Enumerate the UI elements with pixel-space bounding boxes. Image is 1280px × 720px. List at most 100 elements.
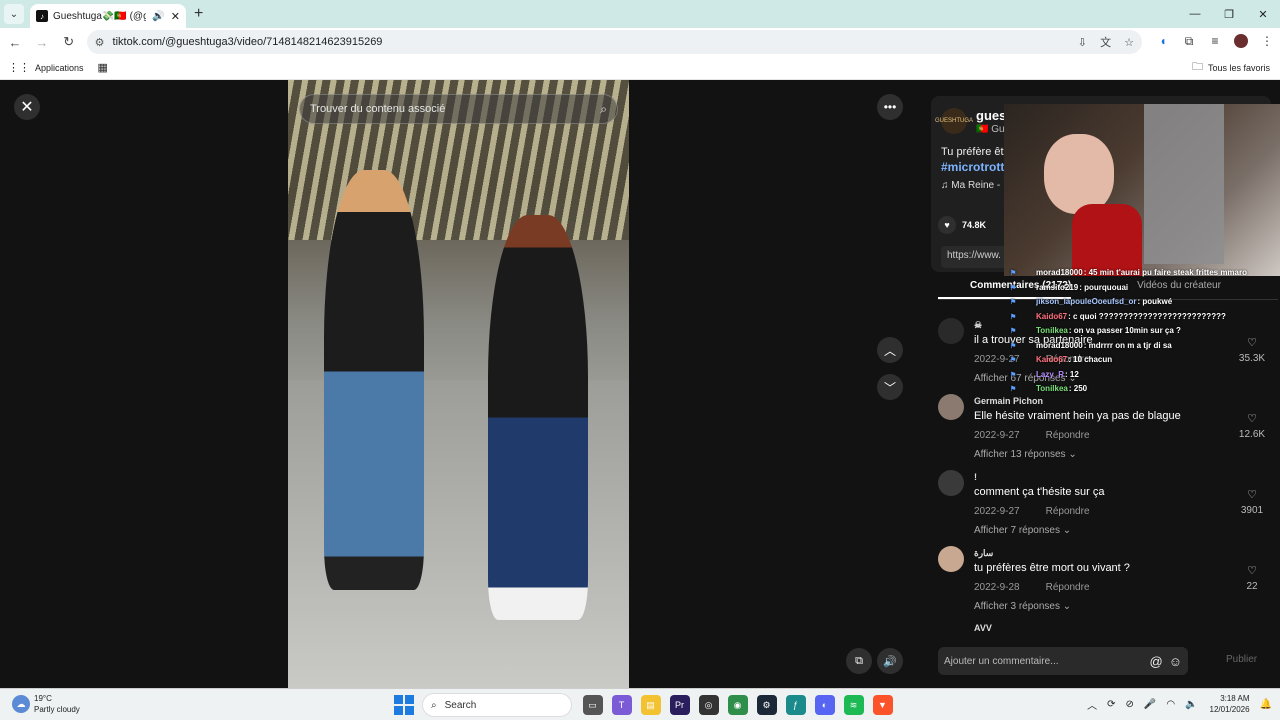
creator-name[interactable]: gues bbox=[976, 108, 1006, 123]
previous-video-button[interactable]: ︿ bbox=[877, 337, 903, 363]
tab-audio-icon[interactable]: 🔊 bbox=[152, 11, 164, 22]
discord-icon[interactable]: ◐ bbox=[814, 695, 835, 715]
spotify-icon[interactable]: ≋ bbox=[843, 695, 864, 715]
show-replies-link[interactable]: Afficher 13 réponses ⌄ bbox=[974, 449, 1077, 460]
extension-icon[interactable]: ◖ bbox=[1150, 34, 1176, 51]
reply-button[interactable]: Répondre bbox=[1046, 430, 1090, 441]
related-content-search[interactable]: Trouver du contenu associé ⌕ bbox=[299, 94, 618, 124]
comment-item: ! comment ça t'hésite sur ça 2022-9-27 Ré… bbox=[938, 470, 1268, 542]
weather-widget[interactable]: ☁ 19°C Partly cloudy bbox=[12, 693, 80, 715]
start-button[interactable] bbox=[394, 695, 414, 715]
comment-like-button[interactable]: ♡ 12.6K bbox=[1238, 412, 1266, 440]
taskbar-search-label: Search bbox=[444, 699, 477, 711]
next-comment-username[interactable]: AVV bbox=[974, 623, 992, 633]
window-close-button[interactable]: ✕ bbox=[1246, 0, 1280, 28]
comment-avatar[interactable] bbox=[938, 470, 964, 496]
tray-volume-icon[interactable]: 🔈 bbox=[1185, 699, 1197, 710]
show-replies-link[interactable]: Afficher 7 réponses ⌄ bbox=[974, 525, 1071, 536]
comment-text: comment ça t'hésite sur ça bbox=[974, 486, 1105, 498]
tray-network-off-icon[interactable]: ⊘ bbox=[1125, 699, 1133, 710]
reload-button[interactable]: ↻ bbox=[57, 30, 81, 54]
apps-shortcut[interactable]: ⋮⋮ Applications bbox=[8, 61, 84, 74]
show-replies-label: Afficher 3 réponses bbox=[974, 601, 1060, 612]
tab-search-button[interactable]: ⌄ bbox=[4, 4, 24, 24]
comment-username[interactable]: ☠ bbox=[974, 320, 982, 331]
chat-text: c quoi ?????????????????????????? bbox=[1073, 311, 1226, 321]
comment-avatar[interactable] bbox=[938, 318, 964, 344]
publish-button[interactable]: Publier bbox=[1226, 654, 1257, 665]
webcam-person-shirt bbox=[1072, 204, 1142, 276]
steam-icon[interactable]: ⚙ bbox=[756, 695, 777, 715]
hashtag-link[interactable]: #microtrottc bbox=[941, 160, 1011, 174]
comment-username[interactable]: سارة bbox=[974, 548, 993, 559]
video-description: Tu préfère êt bbox=[941, 146, 1004, 158]
extensions-puzzle-icon[interactable]: ⧉ bbox=[1176, 34, 1202, 51]
obs-icon[interactable]: ◎ bbox=[698, 695, 719, 715]
address-bar[interactable]: ⚙ tiktok.com/@gueshtuga3/video/714814821… bbox=[86, 30, 1142, 54]
video-player[interactable]: Trouver du contenu associé ⌕ bbox=[288, 80, 629, 688]
forward-button[interactable]: → bbox=[30, 30, 54, 54]
app-icon[interactable]: ƒ bbox=[785, 695, 806, 715]
new-tab-button[interactable]: + bbox=[194, 5, 203, 23]
next-video-button[interactable]: ﹀ bbox=[877, 374, 903, 400]
music-link[interactable]: ♫ Ma Reine - bbox=[941, 180, 1000, 191]
tab-close-icon[interactable]: ✕ bbox=[171, 10, 180, 23]
video-person-left bbox=[324, 170, 424, 590]
file-explorer-icon[interactable]: ▤ bbox=[640, 695, 661, 715]
site-info-icon[interactable]: ⚙ bbox=[95, 36, 105, 49]
comment-input[interactable]: Ajouter un commentaire... @ ☺ bbox=[938, 647, 1188, 675]
install-app-icon[interactable]: ⇩ bbox=[1078, 37, 1087, 49]
picture-in-picture-button[interactable]: ⧉ bbox=[846, 648, 872, 674]
chat-badge-icon: ⚑ bbox=[1010, 328, 1017, 335]
chrome-icon[interactable]: ◉ bbox=[727, 695, 748, 715]
teams-icon[interactable]: T bbox=[611, 695, 632, 715]
chat-username: Lazy_R bbox=[1036, 369, 1065, 379]
comment-avatar[interactable] bbox=[938, 546, 964, 572]
minimize-button[interactable]: — bbox=[1178, 0, 1212, 28]
clock-date: 12/01/2026 bbox=[1209, 705, 1250, 714]
task-view-icon[interactable]: ▭ bbox=[582, 695, 603, 715]
taskbar-search[interactable]: ⌕ Search bbox=[422, 693, 572, 717]
heart-outline-icon: ♡ bbox=[1247, 565, 1257, 577]
taskbar-apps: ⌕ Search ▭ T ▤ Pr ◎ ◉ ⚙ ƒ ◐ ≋ ▼ bbox=[394, 693, 897, 717]
reply-button[interactable]: Répondre bbox=[1046, 506, 1090, 517]
show-replies-label: Afficher 7 réponses bbox=[974, 525, 1060, 536]
comment-date: 2022-9-27 bbox=[974, 430, 1020, 441]
tab-groups-icon[interactable]: ▦ bbox=[98, 61, 108, 74]
profile-avatar[interactable] bbox=[1228, 33, 1254, 51]
tray-overflow-icon[interactable]: ︿ bbox=[1087, 697, 1097, 712]
mention-icon[interactable]: @ bbox=[1150, 654, 1163, 669]
creator-avatar[interactable]: GUESHTUGA bbox=[935, 108, 973, 134]
back-button[interactable]: ← bbox=[3, 30, 27, 54]
browser-tab-active[interactable]: ♪ Gueshtuga💸🇵🇹 (@gues 🔊 ✕ bbox=[30, 4, 186, 28]
reply-button[interactable]: Répondre bbox=[1046, 582, 1090, 593]
comment-username[interactable]: ! bbox=[974, 472, 977, 482]
show-replies-link[interactable]: Afficher 3 réponses ⌄ bbox=[974, 601, 1071, 612]
translate-icon[interactable]: 文 bbox=[1100, 37, 1111, 49]
brave-icon[interactable]: ▼ bbox=[872, 695, 893, 715]
bookmark-star-icon[interactable]: ☆ bbox=[1124, 37, 1134, 49]
tray-mic-icon[interactable]: 🎤 bbox=[1144, 699, 1156, 710]
volume-button[interactable]: 🔊 bbox=[877, 648, 903, 674]
comment-like-button[interactable]: ♡ 22 bbox=[1238, 564, 1266, 592]
premiere-pro-icon[interactable]: Pr bbox=[669, 695, 690, 715]
like-count: 74.8K bbox=[962, 220, 987, 230]
comment-like-button[interactable]: ♡ 3901 bbox=[1238, 488, 1266, 516]
restore-button[interactable]: ❐ bbox=[1212, 0, 1246, 28]
tray-wifi-icon[interactable]: ◠ bbox=[1166, 699, 1175, 710]
media-control-icon[interactable]: ≡ bbox=[1202, 34, 1228, 51]
emoji-icon[interactable]: ☺ bbox=[1169, 654, 1182, 669]
more-options-button[interactable]: ••• bbox=[877, 94, 903, 120]
tray-sync-icon[interactable]: ⟳ bbox=[1107, 699, 1115, 710]
clock[interactable]: 3:18 AM 12/01/2026 bbox=[1210, 693, 1250, 715]
screen: ⌄ ♪ Gueshtuga💸🇵🇹 (@gues 🔊 ✕ + — ❐ ✕ ← → … bbox=[0, 0, 1280, 720]
notification-bell-icon[interactable]: 🔔 bbox=[1260, 699, 1272, 710]
browser-menu-icon[interactable]: ⋮ bbox=[1254, 34, 1280, 51]
search-icon: ⌕ bbox=[431, 699, 437, 711]
like-button[interactable]: ♥ 74.8K bbox=[938, 216, 986, 234]
close-video-button[interactable]: ✕ bbox=[14, 94, 40, 120]
comment-avatar[interactable] bbox=[938, 394, 964, 420]
windows-taskbar: ☁ 19°C Partly cloudy ⌕ Search ▭ T ▤ Pr ◎ … bbox=[0, 688, 1280, 720]
search-icon[interactable]: ⌕ bbox=[600, 102, 607, 117]
all-bookmarks[interactable]: 🗀 Tous les favoris bbox=[1192, 58, 1270, 77]
